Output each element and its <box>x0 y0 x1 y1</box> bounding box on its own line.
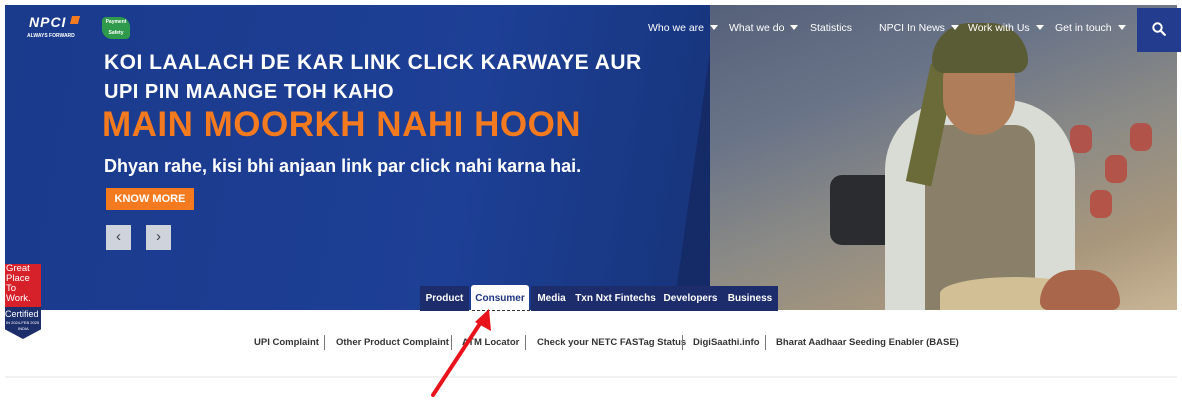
gptw-line: Work. <box>6 293 31 304</box>
link-digisaathi[interactable]: DigiSaathi.info <box>693 337 760 348</box>
link-base[interactable]: Bharat Aadhaar Seeding Enabler (BASE) <box>776 337 959 348</box>
hero-subline: Dhyan rahe, kisi bhi anjaan link par cli… <box>104 156 582 176</box>
caret-down-icon <box>1035 25 1044 30</box>
link-netc-fastag-status[interactable]: Check your NETC FASTag Status <box>537 337 686 348</box>
logo-accent <box>69 16 81 24</box>
nav-label: NPCI In News <box>879 22 945 34</box>
consumer-links-row: UPI Complaint Other Product Complaint AT… <box>0 335 1182 351</box>
link-divider <box>765 335 766 350</box>
nav-statistics[interactable]: Statistics <box>810 22 852 34</box>
nav-npci-in-news[interactable]: NPCI In News <box>879 22 959 34</box>
hero-line-1: KOI LAALACH DE KAR LINK CLICK KARWAYE AU… <box>104 51 642 74</box>
nav-who-we-are[interactable]: Who we are <box>648 22 719 34</box>
tab-business[interactable]: Business <box>722 286 778 311</box>
clay-pot <box>1040 270 1120 310</box>
caret-down-icon <box>710 25 719 30</box>
search-button[interactable] <box>1137 8 1181 52</box>
hero-photo <box>710 5 1177 310</box>
wall-handprint <box>1130 123 1152 151</box>
annotation-arrow-icon <box>431 309 491 397</box>
link-divider <box>525 335 526 350</box>
npci-logo[interactable]: NPCI ALWAYS FORWARD <box>27 14 85 42</box>
nav-what-we-do[interactable]: What we do <box>729 22 799 34</box>
logo-tagline: ALWAYS FORWARD <box>27 33 75 39</box>
nav-label: What we do <box>729 22 785 34</box>
hero-headline: MAIN MOORKH NAHI HOON <box>102 105 582 144</box>
nav-label: Get in touch <box>1055 22 1112 34</box>
gptw-country: INDIA <box>18 326 29 331</box>
caret-down-icon <box>1117 25 1126 30</box>
link-upi-complaint[interactable]: UPI Complaint <box>254 337 319 348</box>
nav-label: Statistics <box>810 22 853 34</box>
gptw-title: Great Place To Work. <box>5 264 41 307</box>
wall-handprint <box>1090 190 1112 218</box>
link-divider <box>324 335 325 350</box>
gptw-certified: Certified IN 2024-FEB 2025 INDIA <box>5 307 41 339</box>
badge-text: Payment Safety <box>105 19 127 36</box>
great-place-to-work-badge[interactable]: Great Place To Work. Certified IN 2024-F… <box>5 264 41 339</box>
carousel-prev-button[interactable]: ‹ <box>106 225 131 250</box>
caret-down-icon <box>790 25 799 30</box>
know-more-button[interactable]: KNOW MORE <box>106 188 194 210</box>
nav-get-in-touch[interactable]: Get in touch <box>1055 22 1126 34</box>
hero-banner: KOI LAALACH DE KAR LINK CLICK KARWAYE AU… <box>5 5 1177 310</box>
gptw-dates: IN 2024-FEB 2025 <box>6 320 40 325</box>
tab-developers[interactable]: Developers <box>659 286 722 311</box>
wall-handprint <box>1070 125 1092 153</box>
carousel-next-button[interactable]: › <box>146 225 171 250</box>
link-divider <box>682 335 683 350</box>
wall-handprint <box>1105 155 1127 183</box>
payment-safety-badge[interactable]: Payment Safety <box>102 17 130 39</box>
search-icon <box>1152 22 1166 36</box>
nav-label: Who we are <box>648 22 705 34</box>
tab-txn-nxt-fintechs[interactable]: Txn Nxt Fintechs <box>572 286 659 311</box>
section-divider <box>5 376 1177 378</box>
nav-label: Work with Us <box>968 22 1030 34</box>
caret-down-icon <box>950 25 959 30</box>
logo-text: NPCI <box>29 14 67 30</box>
hero-line-2: UPI PIN MAANGE TOH KAHO <box>104 81 395 103</box>
tab-media[interactable]: Media <box>531 286 572 311</box>
gptw-certified-label: Certified <box>5 309 39 319</box>
nav-work-with-us[interactable]: Work with Us <box>968 22 1044 34</box>
